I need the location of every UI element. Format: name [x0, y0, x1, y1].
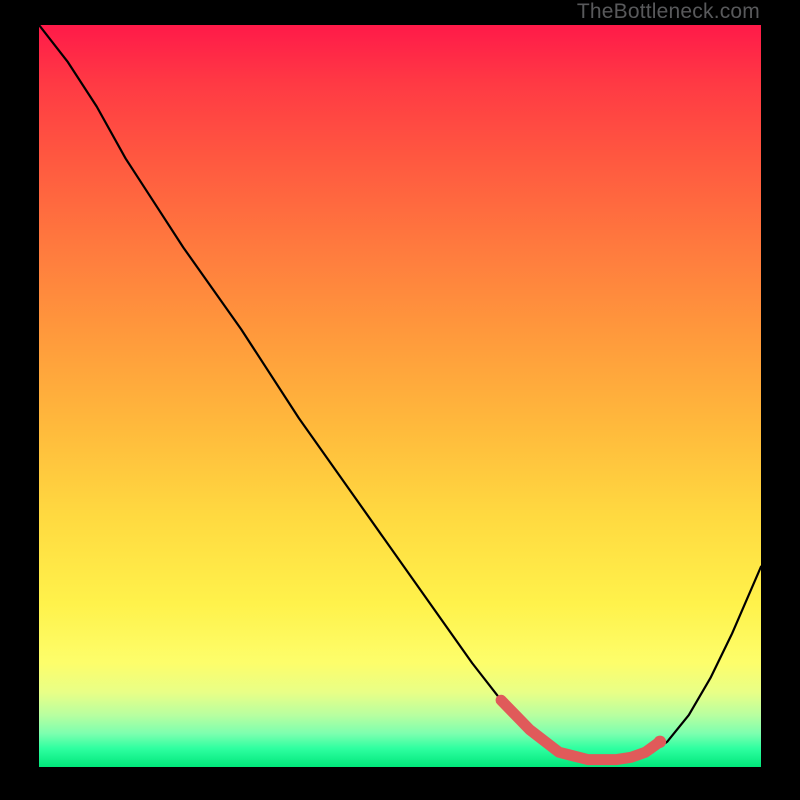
bottleneck-curve [39, 25, 761, 760]
chart-container: TheBottleneck.com [0, 0, 800, 800]
optimal-zone-marker [501, 700, 660, 759]
chart-svg [39, 25, 761, 767]
plot-area [39, 25, 761, 767]
watermark-text: TheBottleneck.com [577, 0, 760, 24]
optimal-zone-end-dot [654, 736, 666, 748]
curve-group [39, 25, 761, 760]
